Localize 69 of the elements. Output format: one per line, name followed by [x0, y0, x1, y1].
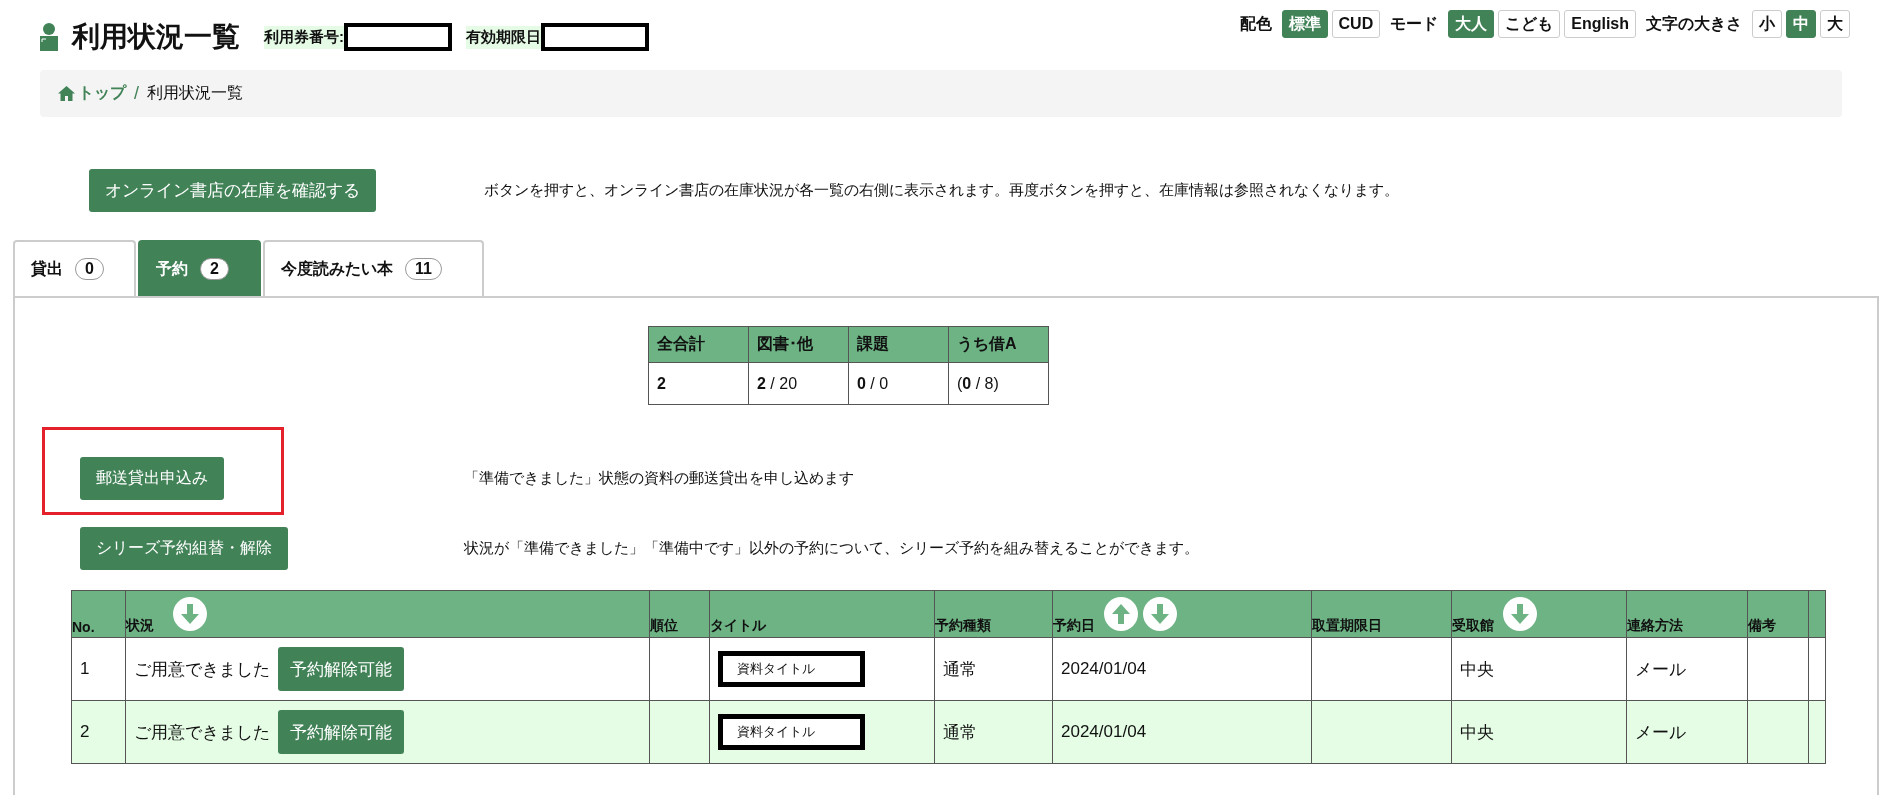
column-header: 課題: [848, 326, 949, 363]
column-header: 取置期限日: [1312, 617, 1382, 635]
sort-down-icon[interactable]: [173, 597, 207, 631]
count-badge: 2: [200, 258, 229, 280]
table-cell: 通常: [934, 700, 1053, 764]
sort-down-icon[interactable]: [1503, 597, 1537, 631]
option-button[interactable]: CUD: [1331, 10, 1381, 38]
table-cell: 1: [71, 637, 126, 701]
breadcrumb-separator: /: [134, 83, 139, 104]
option-label: 配色: [1239, 13, 1272, 34]
column-header: 全合計: [648, 326, 749, 363]
table-cell: 2024/01/04: [1052, 637, 1312, 701]
stock-check-button[interactable]: オンライン書店の在庫を確認する: [89, 169, 376, 212]
table-cell: 中央: [1451, 700, 1627, 764]
column-header: 予約種類: [935, 617, 991, 635]
table-cell: メール: [1626, 700, 1748, 764]
field-label: 有効期限日: [466, 25, 541, 49]
table-cell: メール: [1626, 637, 1748, 701]
action-button[interactable]: 郵送貸出申込み: [80, 457, 224, 500]
page-title: 利用状況一覧: [72, 20, 240, 54]
count-badge: 0: [75, 258, 104, 280]
column-header: 状況: [126, 617, 154, 635]
option-button[interactable]: English: [1564, 10, 1636, 38]
column-header: No.: [72, 619, 95, 635]
table-cell: 2 / 20: [748, 362, 849, 405]
column-header: 備考: [1748, 617, 1776, 635]
description-text: 状況が「準備できました」「準備中です」以外の予約について、シリーズ予約を組み替えることができます。: [464, 539, 1200, 558]
table-cell: (0 / 8): [948, 362, 1049, 405]
option-button[interactable]: こども: [1498, 10, 1561, 38]
tab[interactable]: 予約 2: [138, 240, 261, 296]
sort-up-icon[interactable]: [1104, 597, 1138, 631]
count-badge: 11: [405, 258, 442, 280]
tab[interactable]: 今度読みたい本 11: [263, 240, 484, 296]
title-label: 資料タイトル: [718, 651, 865, 687]
column-header: 受取館: [1452, 617, 1494, 635]
tab[interactable]: 貸出 0: [13, 240, 136, 296]
option-button[interactable]: 小: [1752, 10, 1782, 38]
title-label: 資料タイトル: [718, 714, 865, 750]
table-cell: 通常: [934, 637, 1053, 701]
column-header: 連絡方法: [1627, 617, 1683, 635]
option-label: モード: [1390, 13, 1439, 34]
field-label: 利用券番号:: [264, 25, 344, 49]
table-cell: 中央: [1451, 637, 1627, 701]
description-text: 「準備できました」状態の資料の郵送貸出を申し込めます: [464, 469, 855, 488]
column-header: うち借A: [948, 326, 1049, 363]
description-text: ボタンを押すと、オンライン書店の在庫状況が各一覧の右側に表示されます。再度ボタンを押すと、在庫情報は参照されなくなります。: [484, 181, 1399, 200]
column-header: 図書･他: [748, 326, 849, 363]
option-button[interactable]: 標準: [1281, 10, 1328, 38]
option-label: 文字の大きさ: [1646, 13, 1742, 34]
breadcrumb-current: 利用状況一覧: [147, 83, 243, 103]
table-cell: 2: [71, 700, 126, 764]
option-button[interactable]: 大: [1820, 10, 1850, 38]
action-button[interactable]: シリーズ予約組替・解除: [80, 527, 288, 570]
sort-down-icon[interactable]: [1143, 597, 1177, 631]
column-header: タイトル: [710, 617, 766, 635]
option-button[interactable]: 中: [1786, 10, 1816, 38]
option-button[interactable]: 大人: [1448, 10, 1495, 38]
cancel-button[interactable]: 予約解除可能: [278, 710, 404, 754]
table-cell: 2024/01/04: [1052, 700, 1312, 764]
table-cell: 0 / 0: [848, 362, 949, 405]
column-header: 順位: [650, 617, 678, 635]
status-text: ご用意できました: [134, 658, 270, 681]
home-icon: [58, 86, 75, 101]
user-icon: [40, 23, 58, 51]
table-cell: 2: [648, 362, 749, 405]
column-header: 予約日: [1053, 617, 1095, 635]
status-text: ご用意できました: [134, 721, 270, 744]
cancel-button[interactable]: 予約解除可能: [278, 647, 404, 691]
breadcrumb-link[interactable]: トップ: [58, 83, 126, 104]
